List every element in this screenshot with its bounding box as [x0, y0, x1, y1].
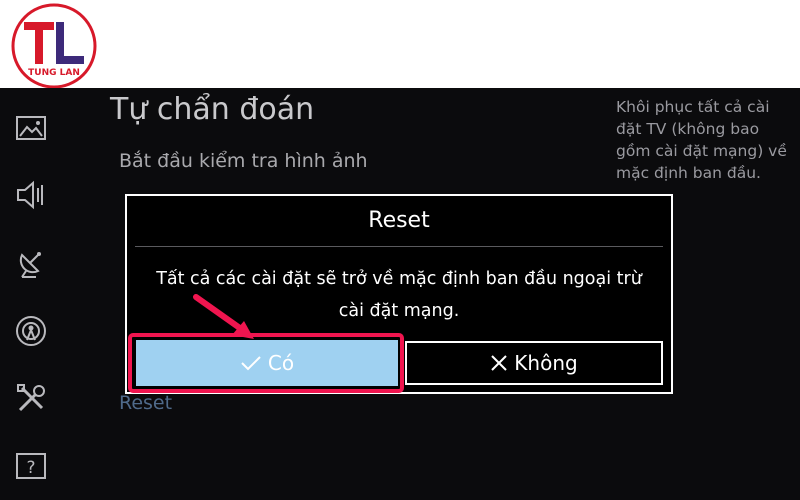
yes-button[interactable]: Có: [136, 340, 398, 386]
tv-screen: ? Tự chẩn đoán Bắt đầu kiểm tra hình ảnh…: [0, 88, 800, 500]
yes-button-label: Có: [267, 351, 295, 375]
picture-icon[interactable]: [14, 112, 48, 146]
help-text: Khôi phục tất cả cài đặt TV (không bao g…: [616, 98, 787, 182]
menu-item-reset[interactable]: Reset: [119, 392, 172, 414]
no-button[interactable]: Không: [405, 341, 663, 385]
broadcast-icon[interactable]: [14, 246, 48, 280]
logo-text: TUNG LAN: [28, 68, 80, 78]
no-button-label: Không: [514, 351, 578, 375]
tools-icon[interactable]: [14, 382, 48, 416]
dialog-title: Reset: [368, 208, 430, 233]
pointer-arrow-icon: [193, 294, 254, 339]
top-banner: TUNG LAN: [0, 0, 800, 89]
svg-text:?: ?: [26, 458, 35, 478]
close-icon: [491, 355, 508, 371]
help-icon[interactable]: ?: [14, 450, 48, 484]
tung-lan-logo: TUNG LAN: [11, 3, 97, 89]
check-icon: [241, 356, 261, 371]
page-title: Tự chẩn đoán: [110, 92, 315, 127]
sound-icon[interactable]: [14, 178, 48, 212]
network-icon[interactable]: [14, 314, 48, 348]
sidebar: ?: [0, 88, 66, 500]
menu-item-picture-test[interactable]: Bắt đầu kiểm tra hình ảnh: [119, 150, 368, 172]
dialog-divider: [135, 246, 663, 247]
